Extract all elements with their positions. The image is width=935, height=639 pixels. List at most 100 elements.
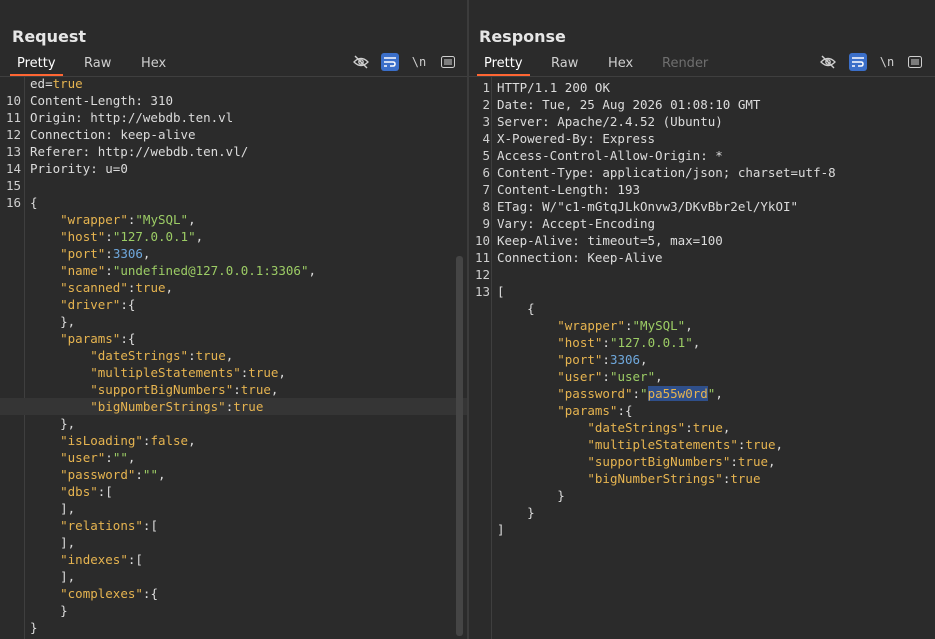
code-line: "isLoading":false,: [0, 432, 467, 449]
code-text: "relations":[: [60, 518, 158, 533]
code-text: Server: Apache/2.4.52 (Ubuntu): [497, 114, 723, 129]
code-text: "driver":{: [60, 297, 136, 312]
menu-icon: [441, 56, 455, 68]
response-wrap-lines-button[interactable]: [849, 53, 867, 71]
code-line: "bigNumberStrings":true: [0, 398, 467, 415]
code-line: 12: [469, 266, 935, 283]
line-number: 10: [474, 233, 490, 248]
request-title: Request: [12, 27, 87, 46]
response-tab-raw[interactable]: Raw: [544, 55, 585, 73]
code-text: "host":"127.0.0.1",: [557, 335, 701, 350]
wrap-lines-icon: [852, 56, 864, 67]
response-tab-render[interactable]: Render: [655, 55, 715, 73]
code-text: },: [60, 314, 76, 329]
code-line: 13 Referer: http://webdb.ten.vl/: [0, 143, 467, 160]
response-menu-button[interactable]: [906, 53, 924, 71]
code-line: "wrapper":"MySQL",: [469, 317, 935, 334]
code-text: "dbs":[: [60, 484, 113, 499]
code-text: Access-Control-Allow-Origin: *: [497, 148, 723, 163]
code-text: "name":"undefined@127.0.0.1:3306",: [60, 263, 317, 278]
code-line: }: [0, 602, 467, 619]
request-tab-pretty[interactable]: Pretty: [10, 55, 63, 76]
response-editor[interactable]: 1 HTTP/1.1 200 OK 2 Date: Tue, 25 Aug 2026 …: [469, 77, 935, 639]
code-text: "multipleStatements":true,: [90, 365, 286, 380]
response-tab-hex[interactable]: Hex: [601, 55, 640, 73]
code-line: 9 Vary: Accept-Encoding: [469, 215, 935, 232]
response-hide-nonprint-button[interactable]: [819, 53, 837, 71]
code-line: 8 ETag: W/"c1-mGtqJLkOnvw3/DKvBbr2el/YkOI…: [469, 198, 935, 215]
code-text: Origin: http://webdb.ten.vl: [30, 110, 234, 125]
code-line: "params":{: [0, 330, 467, 347]
code-line: ]: [469, 521, 935, 538]
code-text: "supportBigNumbers":true,: [90, 382, 279, 397]
code-line: 6 Content-Type: application/json; charset…: [469, 164, 935, 181]
line-number: 10: [5, 93, 21, 108]
code-line: "user":"user",: [469, 368, 935, 385]
code-line: 11 Origin: http://webdb.ten.vl: [0, 109, 467, 126]
code-line: {: [469, 300, 935, 317]
request-tab-raw[interactable]: Raw: [77, 55, 118, 73]
code-text: Connection: Keep-Alive: [497, 250, 663, 265]
line-number: 15: [5, 178, 21, 193]
wrap-lines-icon: [384, 56, 396, 67]
line-number: 13: [5, 144, 21, 159]
line-number: 3: [482, 114, 490, 129]
code-line: }: [469, 504, 935, 521]
code-text: Content-Length: 193: [497, 182, 640, 197]
code-text: "params":{: [60, 331, 136, 346]
code-text: Priority: u=0: [30, 161, 128, 176]
request-tab-hex[interactable]: Hex: [134, 55, 173, 73]
code-text: ]: [497, 522, 505, 537]
code-line: "dbs":[: [0, 483, 467, 500]
response-newline-button[interactable]: \n: [878, 53, 896, 71]
code-line: "user":"",: [0, 449, 467, 466]
code-text: "complexes":{: [60, 586, 158, 601]
code-line: "wrapper":"MySQL",: [0, 211, 467, 228]
code-line: "bigNumberStrings":true: [469, 470, 935, 487]
code-line: "port":3306,: [469, 351, 935, 368]
code-line: ],: [0, 534, 467, 551]
code-text: Content-Type: application/json; charset=…: [497, 165, 836, 180]
line-number: 14: [5, 161, 21, 176]
code-text: "password":"pa55w0rd",: [557, 386, 723, 401]
eye-slash-icon: [353, 55, 369, 69]
code-line: "relations":[: [0, 517, 467, 534]
request-pane: Request Pretty Raw Hex \n ed=true 10 Conte…: [0, 0, 467, 639]
menu-icon: [908, 56, 922, 68]
line-number: 12: [474, 267, 490, 282]
code-text: "wrapper":"MySQL",: [557, 318, 693, 333]
code-line: ],: [0, 568, 467, 585]
code-text: "dateStrings":true,: [90, 348, 234, 363]
request-newline-button[interactable]: \n: [410, 53, 428, 71]
code-line: 3 Server: Apache/2.4.52 (Ubuntu): [469, 113, 935, 130]
code-text: X-Powered-By: Express: [497, 131, 656, 146]
code-text: ed=true: [30, 77, 83, 91]
response-tab-pretty[interactable]: Pretty: [477, 55, 530, 76]
line-number: 5: [482, 148, 490, 163]
request-wrap-lines-button[interactable]: [381, 53, 399, 71]
code-line: 12 Connection: keep-alive: [0, 126, 467, 143]
code-line: "complexes":{: [0, 585, 467, 602]
request-editor[interactable]: ed=true 10 Content-Length: 310 11 Origin: ht…: [0, 77, 467, 639]
request-scrollbar[interactable]: [456, 256, 463, 636]
code-line: "port":3306,: [0, 245, 467, 262]
request-hide-nonprint-button[interactable]: [352, 53, 370, 71]
code-line: "scanned":true,: [0, 279, 467, 296]
code-line: "password":"",: [0, 466, 467, 483]
line-number: 2: [482, 97, 490, 112]
line-number: 13: [474, 284, 490, 299]
code-text: Connection: keep-alive: [30, 127, 196, 142]
code-text: "user":"",: [60, 450, 136, 465]
line-number: 8: [482, 199, 490, 214]
request-menu-button[interactable]: [439, 53, 457, 71]
line-number: 1: [482, 80, 490, 95]
code-line: 11 Connection: Keep-Alive: [469, 249, 935, 266]
code-text: "host":"127.0.0.1",: [60, 229, 204, 244]
code-line: "multipleStatements":true,: [469, 436, 935, 453]
code-line: "params":{: [469, 402, 935, 419]
code-line: "name":"undefined@127.0.0.1:3306",: [0, 262, 467, 279]
code-line: "dateStrings":true,: [0, 347, 467, 364]
code-line: 7 Content-Length: 193: [469, 181, 935, 198]
response-title: Response: [479, 27, 566, 46]
code-line: 16 {: [0, 194, 467, 211]
